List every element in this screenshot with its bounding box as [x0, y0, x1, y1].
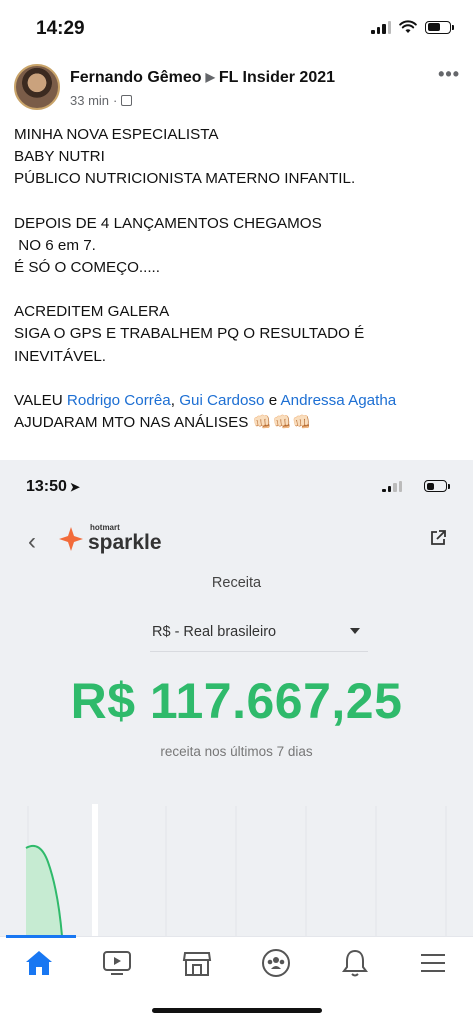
nav-watch[interactable] [100, 946, 134, 980]
status-icons [371, 20, 454, 34]
post-last-line: AJUDARAM MTO NAS ANÁLISES 👊🏻👊🏻👊🏻 [14, 412, 464, 434]
active-tab-indicator [6, 935, 76, 938]
meta-separator: · [113, 93, 118, 108]
image-status-time: 13:50 ➤ [26, 478, 80, 496]
tag-and: e [264, 391, 281, 409]
nav-notifications[interactable] [338, 946, 372, 980]
image-battery-icon [424, 480, 450, 492]
currency-value: R$ - Real brasileiro [152, 624, 277, 640]
image-time-text: 13:50 [26, 478, 67, 495]
battery-icon [425, 20, 454, 34]
post-header: Fernando Gêmeo ▶ FL Insider 2021 33 min · … [14, 64, 464, 118]
post-paragraph: DEPOIS DE 4 LANÇAMENTOS CHEGAMOS NO 6 em… [14, 214, 322, 277]
revenue-period: receita nos últimos 7 dias [160, 744, 313, 759]
revenue-label: Receita [211, 575, 262, 591]
marketplace-icon [182, 952, 212, 976]
group-arrow-icon: ▶ [205, 70, 215, 84]
image-signal-icon [382, 480, 402, 492]
nav-marketplace[interactable] [180, 946, 214, 980]
post-thanks-line: VALEU Rodrigo Corrêa, Gui Cardoso e Andr… [14, 390, 464, 412]
group-privacy-icon [121, 95, 133, 106]
thanks-prefix: VALEU [14, 391, 67, 409]
sparkle-star-icon [59, 526, 83, 551]
cellular-signal-icon [371, 20, 391, 34]
home-indicator [152, 1008, 322, 1013]
status-bar: 14:29 [0, 0, 473, 58]
watch-icon [103, 951, 131, 975]
back-icon: ‹ [28, 528, 36, 555]
post-body: MINHA NOVA ESPECIALISTA BABY NUTRI PÚBLI… [14, 124, 464, 434]
tag-gui[interactable]: Gui Cardoso [179, 392, 264, 409]
revenue-amount: R$ 117.667,25 [70, 673, 403, 729]
tag-rodrigo[interactable]: Rodrigo Corrêa [67, 392, 171, 409]
post-image[interactable]: 13:50 ➤ ‹ hotmart sparkle Receita R$ - Re… [0, 460, 473, 936]
external-link-icon [431, 530, 446, 545]
menu-icon [421, 954, 445, 972]
last-line-text: AJUDARAM MTO NAS ANÁLISES [14, 414, 253, 432]
notifications-icon [342, 949, 368, 977]
post-meta: 33 min · [70, 93, 133, 108]
nav-menu[interactable] [416, 946, 450, 980]
group-name[interactable]: FL Insider 2021 [219, 69, 335, 86]
author-name[interactable]: Fernando Gêmeo [70, 69, 202, 86]
wifi-icon [399, 20, 417, 33]
tag-andressa[interactable]: Andressa Agatha [281, 392, 397, 409]
fist-emoji: 👊🏻👊🏻👊🏻 [252, 414, 313, 432]
nav-groups[interactable] [259, 946, 293, 980]
chart-highlight-column [92, 804, 98, 936]
post-paragraph: MINHA NOVA ESPECIALISTA BABY NUTRI PÚBLI… [14, 126, 356, 188]
home-icon [26, 951, 52, 975]
revenue-chart [8, 800, 473, 936]
currency-select: R$ - Real brasileiro [150, 622, 368, 652]
author-line: Fernando Gêmeo ▶ FL Insider 2021 [70, 69, 335, 87]
hotmart-sparkle-logo: hotmart sparkle [58, 524, 162, 553]
location-icon: ➤ [69, 480, 80, 494]
nav-home[interactable] [22, 946, 56, 980]
logo-big-text: sparkle [88, 531, 162, 554]
more-options-button[interactable]: ••• [438, 64, 460, 85]
avatar[interactable] [14, 64, 60, 110]
caret-down-icon [350, 628, 360, 634]
image-status-icons [382, 480, 450, 492]
post-paragraph: ACREDITEM GALERA SIGA O GPS E TRABALHEM … [14, 303, 365, 365]
bottom-nav [0, 935, 473, 988]
post-time[interactable]: 33 min [70, 93, 109, 108]
status-time: 14:29 [36, 18, 85, 39]
tag-comma: , [170, 391, 180, 409]
groups-icon [262, 949, 290, 977]
